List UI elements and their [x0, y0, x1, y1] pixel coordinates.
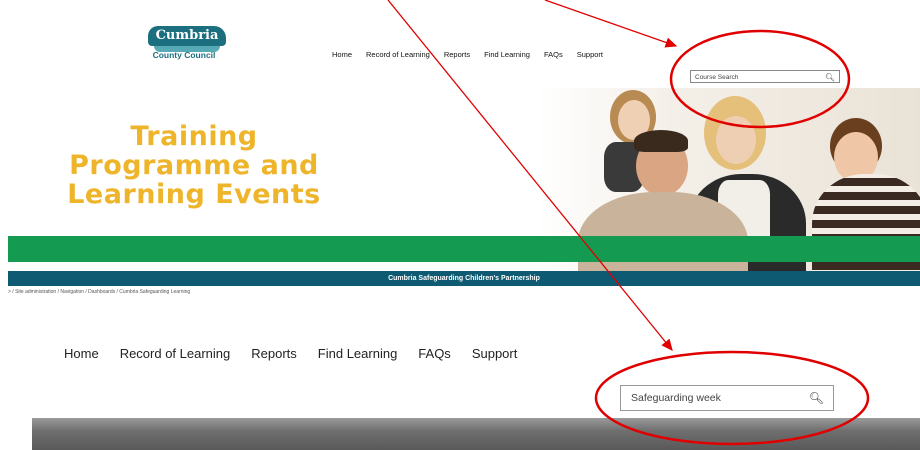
annotation-overlay	[387, 0, 870, 446]
annotation-arrow-top	[544, 0, 678, 48]
annotation-circle-bottom	[594, 350, 870, 446]
annotation-circle-top	[669, 29, 851, 129]
annotation-arrow-bottom	[387, 0, 673, 352]
